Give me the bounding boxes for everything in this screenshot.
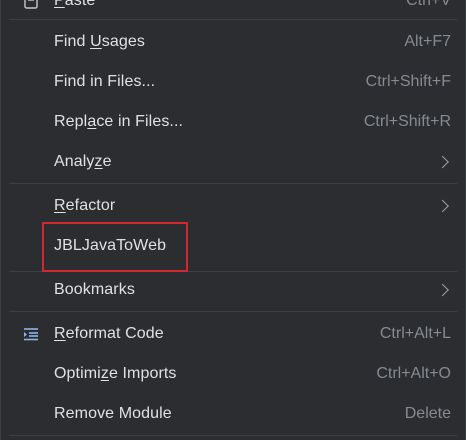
menu-item-jbl-java-to-web[interactable]: JBLJavaToWeb	[9, 228, 457, 264]
menu-item-label: Refactor	[54, 197, 116, 214]
menu-item-shortcut: Alt+F7	[404, 33, 451, 50]
chevron-right-icon	[436, 199, 449, 213]
menu-item-bookmarks[interactable]: Bookmarks	[9, 272, 457, 308]
chevron-right-icon	[436, 155, 449, 169]
menu-item-shortcut: Ctrl+Alt+L	[379, 325, 451, 342]
menu-item-label: JBLJavaToWeb	[54, 237, 167, 254]
menu-item-label: Paste	[54, 0, 96, 9]
menu-item-shortcut: Ctrl+V	[406, 0, 451, 9]
menu-separator	[9, 183, 457, 184]
menu-item-label: Find Usages	[54, 33, 145, 50]
menu-item-label: Remove Module	[54, 405, 172, 422]
menu-item-shortcut: Ctrl+Shift+F	[365, 73, 451, 90]
reformat-icon	[22, 325, 40, 343]
menu-item-label: Optimize Imports	[54, 365, 177, 382]
menu-item-analyze[interactable]: Analyze	[9, 144, 457, 180]
menu-item-replace-in-files[interactable]: Replace in Files... Ctrl+Shift+R	[9, 104, 457, 140]
menu-item-refactor[interactable]: Refactor	[9, 188, 457, 224]
context-menu: Paste Ctrl+V Find Usages Alt+F7 Find in …	[0, 0, 466, 440]
menu-item-label: Reformat Code	[54, 325, 164, 342]
menu-separator	[9, 19, 457, 20]
menu-separator	[9, 311, 457, 312]
menu-item-shortcut: Delete	[404, 405, 451, 422]
menu-item-optimize-imports[interactable]: Optimize Imports Ctrl+Alt+O	[9, 356, 457, 392]
menu-item-label: Find in Files...	[54, 73, 156, 90]
menu-item-reformat-code[interactable]: Reformat Code Ctrl+Alt+L	[9, 316, 457, 352]
menu-item-remove-module[interactable]: Remove Module Delete	[9, 396, 457, 432]
menu-item-find-usages[interactable]: Find Usages Alt+F7	[9, 24, 457, 60]
menu-item-find-in-files[interactable]: Find in Files... Ctrl+Shift+F	[9, 64, 457, 100]
menu-item-paste[interactable]: Paste Ctrl+V	[9, 0, 457, 19]
chevron-right-icon	[436, 283, 449, 297]
menu-item-label: Bookmarks	[54, 281, 135, 298]
menu-item-shortcut: Ctrl+Shift+R	[363, 113, 451, 130]
paste-icon	[22, 0, 40, 10]
menu-item-shortcut: Ctrl+Alt+O	[376, 365, 451, 382]
menu-separator	[9, 435, 457, 436]
menu-item-label: Analyze	[54, 153, 112, 170]
menu-item-label: Replace in Files...	[54, 113, 184, 130]
